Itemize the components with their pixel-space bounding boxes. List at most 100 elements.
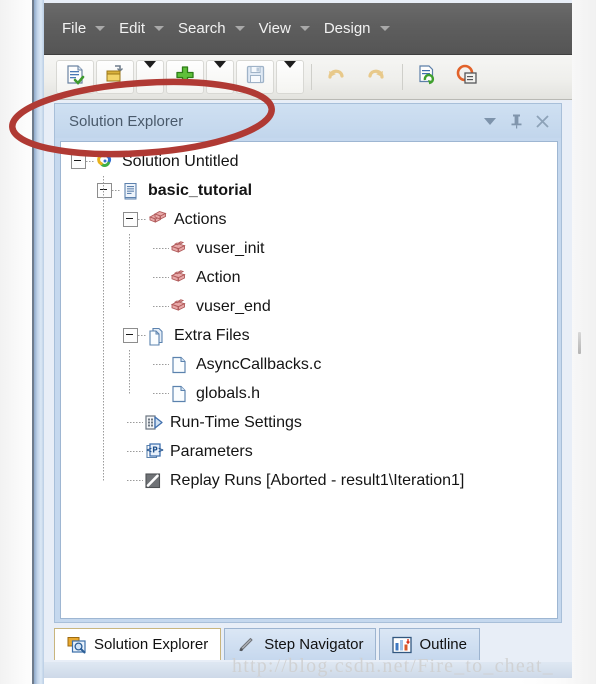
menu-edit[interactable]: Edit (119, 20, 165, 37)
record-icon (456, 64, 478, 91)
toolbar (44, 55, 572, 100)
tree-node-label: vuser_init (196, 239, 265, 257)
panel-header: Solution Explorer (55, 104, 561, 138)
tree-connector-line (153, 248, 169, 249)
menu-item-label: Edit (119, 20, 146, 37)
save-dropdown-button[interactable] (276, 60, 304, 94)
add-button[interactable] (166, 60, 204, 94)
runtime-settings-icon (143, 413, 163, 433)
tab-label: Step Navigator (264, 636, 364, 653)
action-block-icon (169, 297, 189, 317)
replay-runs-icon (143, 471, 163, 491)
tree-node-solution-untitled[interactable]: Solution Untitled (61, 147, 464, 176)
toolbar-separator (402, 64, 403, 90)
panel-menu-button[interactable] (479, 110, 501, 132)
menu-item-label: Search (178, 20, 226, 37)
tree-connector-line (127, 422, 143, 423)
chevron-down-icon (234, 26, 245, 31)
chevron-down-icon (154, 26, 165, 31)
tree-view[interactable]: Solution Untitled basic_tutorial Actions… (60, 141, 558, 619)
tree-node-asynccallbacks-c[interactable]: AsyncCallbacks.c (61, 350, 464, 379)
tree-expander-toggle[interactable] (123, 212, 138, 227)
panel-close-button[interactable] (531, 110, 553, 132)
tree-node-label: globals.h (196, 384, 261, 402)
tree-connector-line (86, 161, 95, 162)
open-solution-button[interactable] (96, 60, 134, 94)
record-button[interactable] (448, 60, 486, 94)
menu-item-label: Design (323, 20, 371, 37)
new-script-button[interactable] (56, 60, 94, 94)
chevron-down-icon (484, 117, 496, 125)
watermark-text: http://blog.csdn.net/Fire_to_cheat_ (232, 655, 554, 677)
outline-icon (392, 636, 413, 654)
panel-pin-button[interactable] (505, 110, 527, 132)
tree-root: Solution Untitled basic_tutorial Actions… (61, 142, 464, 495)
tree-node-basic-tutorial[interactable]: basic_tutorial (61, 176, 464, 205)
tree-node-run-time-settings[interactable]: Run-Time Settings (61, 408, 464, 437)
open-dropdown-button[interactable] (136, 60, 164, 94)
save-button[interactable] (236, 60, 274, 94)
tree-node-parameters[interactable]: <P> Parameters (61, 437, 464, 466)
tree-node-extra-files[interactable]: Extra Files (61, 321, 464, 350)
tree-connector-line (153, 364, 169, 365)
script-icon (121, 181, 141, 201)
open-folder-icon (104, 64, 127, 91)
chevron-down-icon (144, 61, 156, 86)
tree-node-vuser-end[interactable]: vuser_end (61, 292, 464, 321)
tree-connector-line (138, 335, 147, 336)
desktop-background: File Edit Search View Design Solution Ex… (0, 0, 596, 684)
tree-node-label: AsyncCallbacks.c (196, 355, 322, 373)
parameters-icon: <P> (143, 442, 164, 462)
redo-button[interactable] (357, 60, 395, 94)
tree-guide-line (129, 234, 130, 307)
tree-connector-line (153, 306, 169, 307)
tree-node-vuser-init[interactable]: vuser_init (61, 234, 464, 263)
tree-node-actions[interactable]: Actions (61, 205, 464, 234)
action-block-icon (169, 239, 189, 259)
action-block-icon (169, 268, 189, 288)
menu-file[interactable]: File (62, 20, 106, 37)
tree-node-action[interactable]: Action (61, 263, 464, 292)
file-icon (169, 384, 189, 404)
refresh-script-button[interactable] (408, 60, 446, 94)
tree-node-replay-runs[interactable]: Replay Runs [Aborted - result1\Iteration… (61, 466, 464, 495)
menu-design[interactable]: Design (324, 20, 390, 37)
tree-connector-line (153, 277, 169, 278)
tree-node-label: Action (196, 268, 241, 286)
add-dropdown-button[interactable] (206, 60, 234, 94)
chevron-down-icon (214, 61, 226, 86)
panel-splitter-grip[interactable] (578, 332, 581, 354)
tab-solution-explorer[interactable]: Solution Explorer (54, 628, 222, 660)
chevron-down-icon (284, 61, 296, 86)
tree-connector-line (153, 393, 169, 394)
tree-expander-toggle[interactable] (97, 183, 112, 198)
menu-view[interactable]: View (259, 20, 310, 37)
tab-label: Solution Explorer (94, 636, 209, 653)
tree-node-globals-h[interactable]: globals.h (61, 379, 464, 408)
file-icon (169, 355, 189, 375)
menu-item-label: View (258, 20, 291, 37)
chevron-down-icon (379, 26, 390, 31)
menu-search[interactable]: Search (178, 20, 245, 37)
tree-connector-line (127, 480, 143, 481)
refresh-script-icon (416, 64, 438, 91)
tree-expander-toggle[interactable] (123, 328, 138, 343)
chevron-down-icon (299, 26, 310, 31)
menu-bar: File Edit Search View Design (44, 3, 572, 55)
tree-node-label: vuser_end (196, 297, 271, 315)
solution-explorer-icon (67, 636, 87, 654)
undo-button[interactable] (317, 60, 355, 94)
tree-node-label: Actions (174, 210, 227, 228)
tab-label: Outline (419, 636, 467, 653)
chevron-down-icon (95, 26, 106, 31)
menu-item-label: File (62, 20, 87, 37)
solution-explorer-panel: Solution Explorer Solution Untitled basi… (54, 103, 562, 623)
tree-node-label: basic_tutorial (148, 181, 253, 200)
tree-expander-toggle[interactable] (71, 154, 86, 169)
solution-icon (95, 152, 115, 172)
panel-title: Solution Explorer (69, 112, 184, 130)
svg-text:<P>: <P> (146, 445, 164, 454)
window-frame-left (34, 0, 44, 684)
toolbar-separator (311, 64, 312, 90)
tree-node-label: Extra Files (174, 326, 250, 344)
